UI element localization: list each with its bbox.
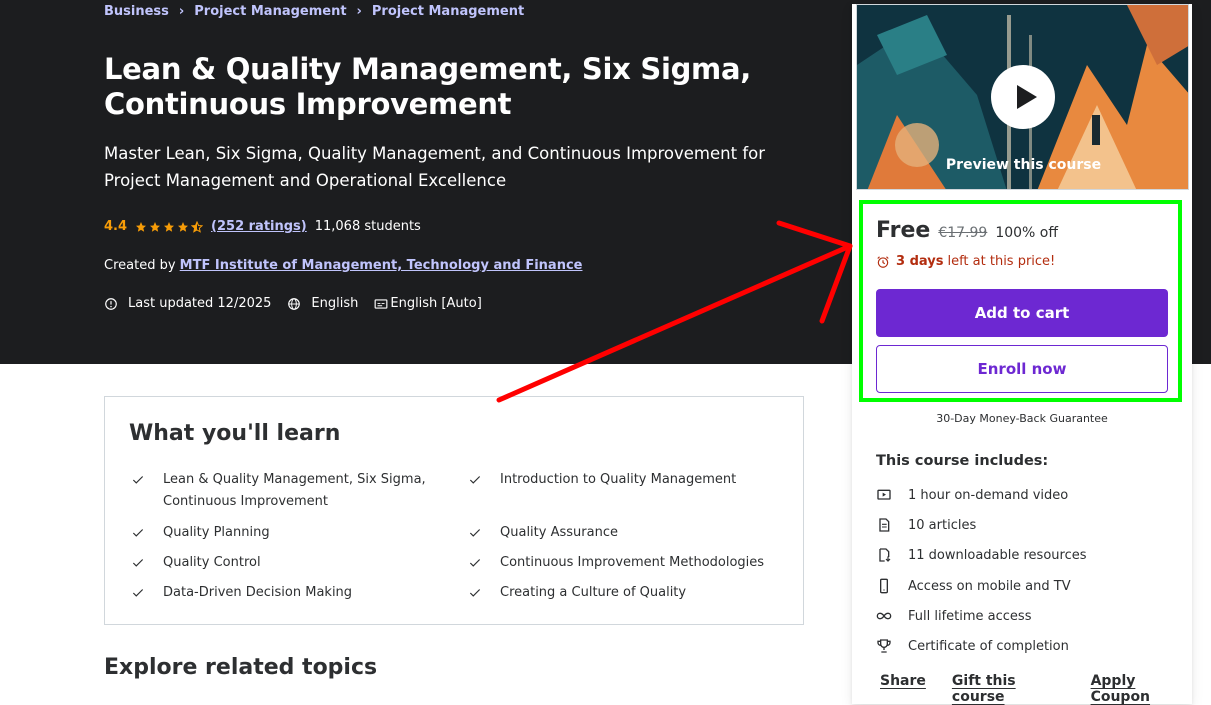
mobile-icon bbox=[880, 578, 888, 594]
captions-icon bbox=[374, 298, 388, 309]
star-icon bbox=[136, 221, 147, 232]
timer-suffix: left at this price! bbox=[947, 254, 1056, 269]
rating-row: 4.4 (252 ratings) 11,068 students bbox=[104, 219, 421, 234]
check-icon bbox=[132, 559, 144, 567]
learn-title: What you'll learn bbox=[129, 421, 341, 446]
gift-course-button[interactable]: Gift this course bbox=[952, 673, 1065, 705]
purchase-sidebar: Preview this course Free €17.99 100% off… bbox=[852, 4, 1192, 705]
preview-label: Preview this course bbox=[945, 157, 1102, 173]
original-price: €17.99 bbox=[938, 225, 988, 241]
share-button[interactable]: Share bbox=[880, 673, 926, 705]
current-price: Free bbox=[876, 218, 931, 243]
include-text: Access on mobile and TV bbox=[908, 578, 1071, 594]
course-meta: Last updated 12/2025 English English [Au… bbox=[104, 296, 498, 311]
star-icon bbox=[178, 221, 189, 232]
alert-clock-icon bbox=[105, 297, 117, 310]
learn-item-text: Lean & Quality Management, Six Sigma, Co… bbox=[163, 472, 426, 509]
course-language: English bbox=[311, 296, 359, 311]
include-text: 1 hour on-demand video bbox=[908, 487, 1069, 503]
includes-title: This course includes: bbox=[876, 453, 1049, 469]
learn-item-text: Quality Control bbox=[163, 555, 261, 570]
include-item: Access on mobile and TV bbox=[876, 578, 1071, 594]
learn-item: Lean & Quality Management, Six Sigma, Co… bbox=[131, 469, 431, 513]
learn-item-text: Creating a Culture of Quality bbox=[500, 585, 687, 600]
include-item: 11 downloadable resources bbox=[876, 547, 1087, 563]
course-subtitle: Master Lean, Six Sigma, Quality Manageme… bbox=[104, 144, 766, 190]
learn-item-text: Introduction to Quality Management bbox=[500, 472, 737, 487]
learn-item: Quality Planning bbox=[131, 522, 431, 544]
include-item: Certificate of completion bbox=[876, 638, 1069, 654]
check-icon bbox=[469, 589, 481, 597]
price-row: Free €17.99 100% off bbox=[876, 218, 1058, 243]
half-star-icon bbox=[191, 220, 204, 233]
infinity-icon bbox=[876, 612, 892, 620]
learn-item: Introduction to Quality Management bbox=[468, 469, 788, 491]
add-to-cart-button[interactable]: Add to cart bbox=[876, 289, 1168, 337]
course-captions: English [Auto] bbox=[390, 296, 482, 311]
video-icon bbox=[877, 489, 891, 500]
course-title: Lean & Quality Management, Six Sigma, Co… bbox=[104, 52, 751, 121]
rating-value: 4.4 bbox=[104, 219, 128, 234]
include-item: 1 hour on-demand video bbox=[876, 487, 1068, 503]
learn-item: Quality Control bbox=[131, 552, 431, 574]
explore-topics-title: Explore related topics bbox=[104, 655, 378, 680]
check-icon bbox=[469, 529, 481, 537]
breadcrumb: Business › Project Management › Project … bbox=[104, 4, 524, 19]
breadcrumb-business[interactable]: Business bbox=[104, 4, 169, 19]
chevron-right-icon: › bbox=[178, 4, 185, 19]
include-item: Full lifetime access bbox=[876, 608, 1031, 624]
check-icon bbox=[469, 559, 481, 567]
ratings-count-link[interactable]: (252 ratings) bbox=[211, 219, 307, 234]
trophy-icon bbox=[877, 639, 891, 653]
breadcrumb-project-management-topic[interactable]: Project Management bbox=[372, 4, 524, 19]
learn-item-text: Data-Driven Decision Making bbox=[163, 585, 353, 600]
check-icon bbox=[132, 589, 144, 597]
chevron-right-icon: › bbox=[356, 4, 362, 19]
timer-days: 3 days bbox=[896, 254, 944, 269]
article-icon bbox=[879, 518, 890, 532]
students-count: 11,068 students bbox=[314, 219, 421, 234]
learn-item: Creating a Culture of Quality bbox=[468, 582, 788, 604]
include-text: 11 downloadable resources bbox=[908, 547, 1087, 563]
apply-coupon-button[interactable]: Apply Coupon bbox=[1091, 673, 1192, 705]
created-by-label: Created by bbox=[104, 258, 176, 273]
globe-icon bbox=[288, 297, 301, 310]
star-rating bbox=[135, 220, 204, 233]
check-icon bbox=[469, 476, 481, 484]
include-text: Full lifetime access bbox=[908, 608, 1032, 624]
learn-item-text: Quality Assurance bbox=[500, 525, 618, 540]
include-text: Certificate of completion bbox=[908, 638, 1069, 654]
money-back-guarantee: 30-Day Money-Back Guarantee bbox=[936, 412, 1108, 425]
play-icon bbox=[1017, 85, 1037, 109]
breadcrumb-project-management[interactable]: Project Management bbox=[194, 4, 346, 19]
learn-item: Data-Driven Decision Making bbox=[131, 582, 431, 604]
learn-item: Continuous Improvement Methodologies bbox=[468, 552, 788, 574]
star-icon bbox=[164, 221, 175, 232]
check-icon bbox=[132, 476, 144, 484]
play-button[interactable] bbox=[991, 65, 1055, 129]
instructor-link[interactable]: MTF Institute of Management, Technology … bbox=[180, 258, 583, 273]
last-updated: Last updated 12/2025 bbox=[128, 296, 272, 311]
learn-item-text: Quality Planning bbox=[163, 525, 270, 540]
download-icon bbox=[879, 548, 891, 562]
price-timer: 3 days left at this price! bbox=[876, 254, 1055, 269]
check-icon bbox=[132, 529, 144, 537]
enroll-now-button[interactable]: Enroll now bbox=[876, 345, 1168, 393]
star-icon bbox=[150, 221, 161, 232]
alarm-clock-icon bbox=[877, 255, 889, 268]
learn-item-text: Continuous Improvement Methodologies bbox=[500, 555, 765, 570]
course-preview[interactable]: Preview this course bbox=[856, 4, 1189, 190]
learn-item: Quality Assurance bbox=[468, 522, 788, 544]
include-text: 10 articles bbox=[908, 517, 977, 533]
discount-percent: 100% off bbox=[995, 225, 1058, 241]
include-item: 10 articles bbox=[876, 517, 976, 533]
what-youll-learn: What you'll learn Lean & Quality Managem… bbox=[104, 396, 804, 625]
sidebar-actions: Share Gift this course Apply Coupon bbox=[880, 673, 1192, 705]
created-by: Created by MTF Institute of Management, … bbox=[104, 258, 582, 273]
